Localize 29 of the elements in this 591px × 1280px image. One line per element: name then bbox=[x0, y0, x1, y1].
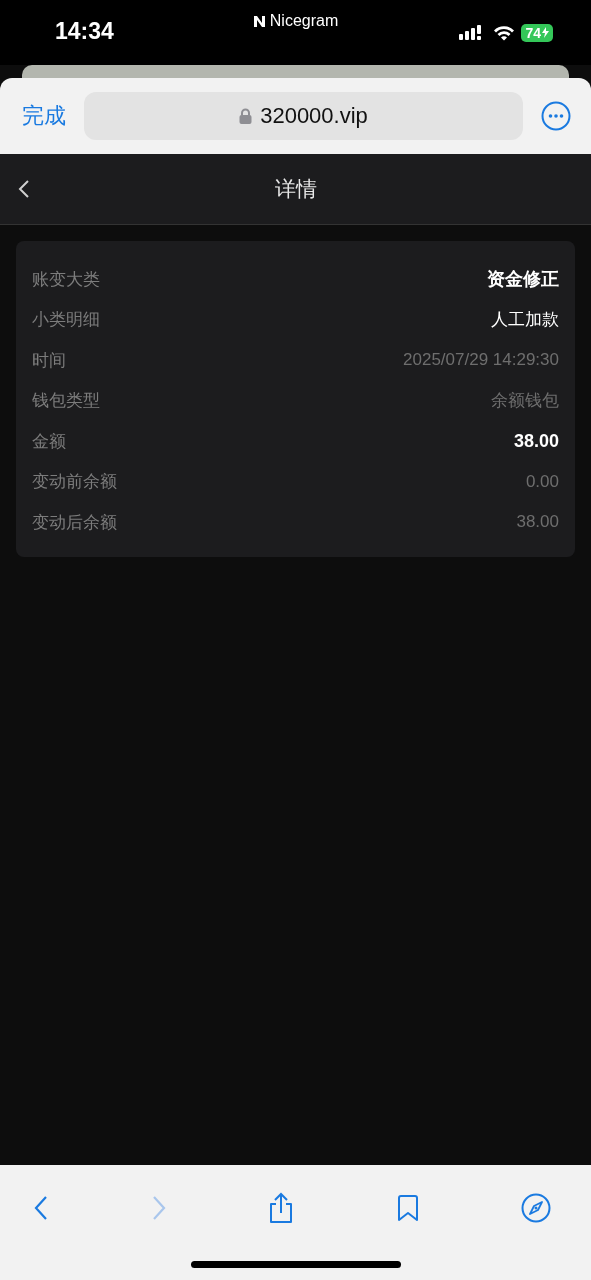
detail-label: 小类明细 bbox=[32, 309, 100, 332]
back-icon[interactable] bbox=[18, 179, 30, 199]
detail-label: 账变大类 bbox=[32, 268, 100, 291]
status-time: 14:34 bbox=[55, 18, 114, 45]
compass-icon[interactable] bbox=[521, 1193, 551, 1223]
detail-label: 时间 bbox=[32, 349, 66, 372]
detail-value: 0.00 bbox=[525, 471, 559, 492]
detail-value: 余额钱包 bbox=[491, 390, 559, 413]
bookmark-icon[interactable] bbox=[395, 1194, 420, 1222]
detail-value: 38.00 bbox=[513, 430, 559, 452]
app-label: Nicegram bbox=[269, 12, 339, 30]
page-title: 详情 bbox=[274, 176, 317, 202]
detail-value: 38.00 bbox=[516, 512, 559, 533]
lock-icon bbox=[239, 108, 253, 124]
detail-label: 金额 bbox=[32, 430, 66, 453]
battery-indicator: 74 bbox=[521, 23, 553, 42]
detail-label: 变动后余额 bbox=[32, 511, 117, 534]
detail-value: 人工加款 bbox=[491, 309, 559, 332]
detail-label: 变动前余额 bbox=[32, 471, 117, 494]
url-text: 320000.vip bbox=[260, 103, 368, 129]
wifi-icon bbox=[493, 24, 516, 41]
more-icon[interactable] bbox=[541, 101, 571, 131]
done-button[interactable]: 完成 bbox=[22, 101, 66, 131]
app-logo-icon bbox=[252, 14, 266, 28]
address-bar[interactable]: 320000.vip bbox=[84, 92, 523, 140]
detail-label: 钱包类型 bbox=[32, 390, 100, 413]
detail-value: 资金修正 bbox=[487, 268, 559, 292]
detail-value: 2025/07/29 14:29:30 bbox=[403, 350, 559, 371]
share-icon[interactable] bbox=[268, 1192, 294, 1224]
